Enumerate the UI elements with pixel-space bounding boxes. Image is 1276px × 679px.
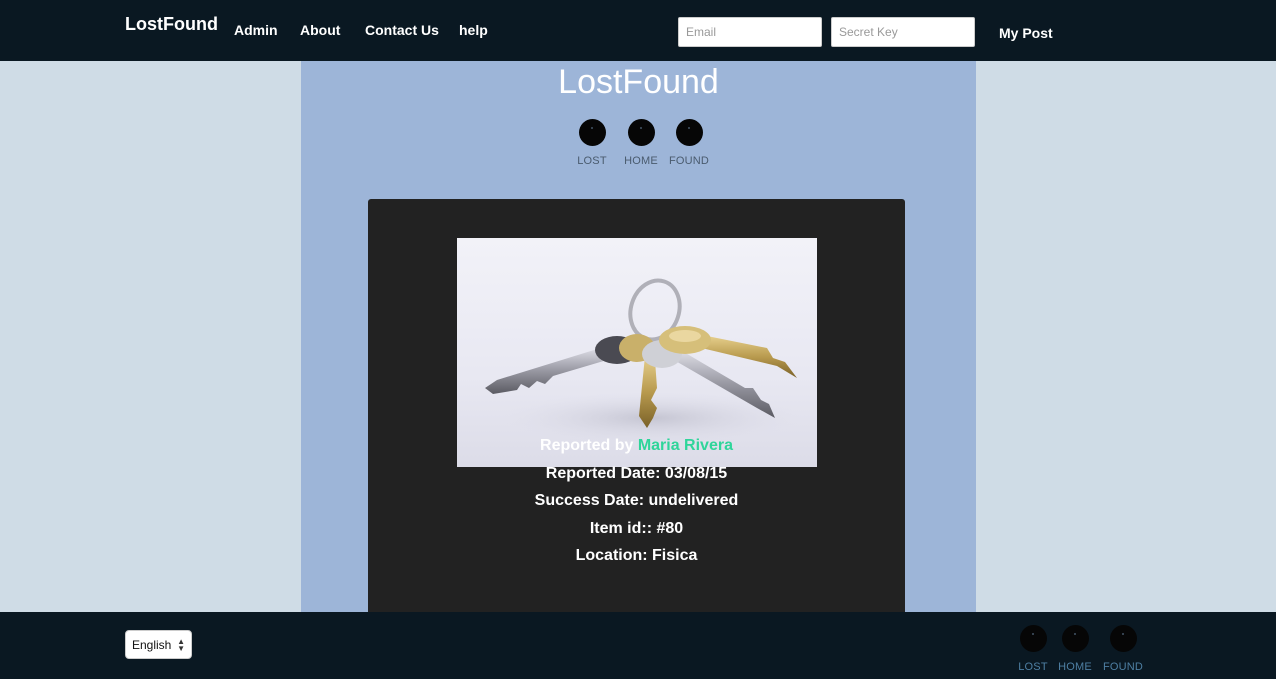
page-title: LostFound <box>558 63 719 101</box>
secret-key-input[interactable] <box>831 17 975 47</box>
circle-nav-label: HOME <box>1058 661 1092 673</box>
language-select-value: English <box>132 637 172 652</box>
reported-by-label: Reported by <box>540 437 634 454</box>
nav-link-about[interactable]: About <box>300 22 340 38</box>
circle-nav-label: FOUND <box>1102 661 1144 673</box>
top-navbar: LostFound Admin About Contact Us help My… <box>0 0 1276 61</box>
my-post-link[interactable]: My Post <box>999 25 1053 41</box>
circle-nav-label: HOME <box>624 155 658 167</box>
language-select[interactable]: English ▲ ▼ <box>125 630 192 659</box>
home-circle-icon[interactable] <box>1061 625 1089 652</box>
reported-by-line: Reported by Maria Rivera <box>368 437 905 455</box>
item-id: Item id:: #80 <box>589 520 684 537</box>
success-date: Success Date: undelivered <box>534 492 739 509</box>
lost-circle-icon[interactable] <box>1019 625 1047 652</box>
found-circle-icon[interactable] <box>675 119 703 146</box>
circle-nav-label: LOST <box>1018 661 1048 673</box>
footer: English ▲ ▼ LOST HOME FOUND <box>0 612 1276 679</box>
lost-circle-icon[interactable] <box>578 119 606 146</box>
select-arrows-icon: ▲ ▼ <box>177 636 185 653</box>
circle-nav-lost[interactable]: LOST <box>564 119 620 167</box>
footer-circle-nav-found[interactable]: FOUND <box>1095 625 1151 673</box>
keys-image <box>485 278 802 444</box>
nav-link-contact-us[interactable]: Contact Us <box>365 22 439 38</box>
circle-nav-label: FOUND <box>668 155 710 167</box>
item-photo <box>457 238 817 467</box>
home-circle-icon[interactable] <box>627 119 655 146</box>
reporter-name-link[interactable]: Maria Rivera <box>638 437 733 454</box>
nav-link-help[interactable]: help <box>459 22 488 38</box>
item-location: Location: Fisica <box>575 547 698 564</box>
nav-link-admin[interactable]: Admin <box>234 22 278 38</box>
item-card: Reported by Maria Rivera Reported Date: … <box>368 199 905 612</box>
email-input[interactable] <box>678 17 822 47</box>
main-content: LostFound LOST HOME FOUND Reported by Ma… <box>301 61 976 612</box>
brand-logo-link[interactable]: LostFound <box>125 14 218 35</box>
reported-date: Reported Date: 03/08/15 <box>545 465 728 482</box>
circle-nav-found[interactable]: FOUND <box>661 119 717 167</box>
circle-nav-label: LOST <box>577 155 607 167</box>
found-circle-icon[interactable] <box>1109 625 1137 652</box>
